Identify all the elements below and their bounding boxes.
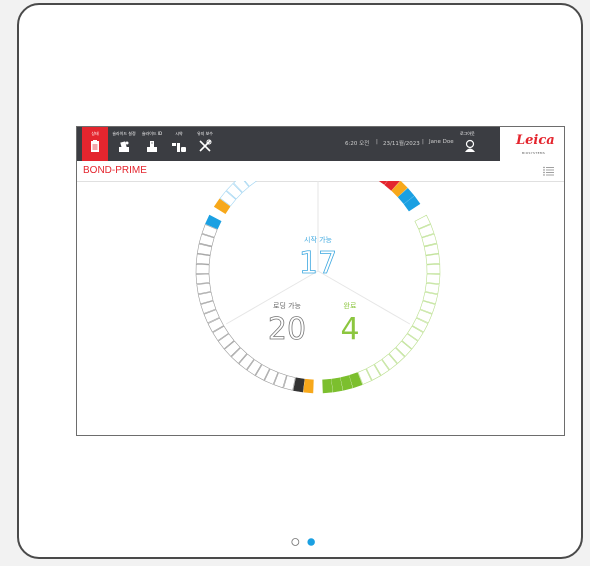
page-title: BOND-PRIME [83,165,147,176]
start-count[interactable]: 17 [299,246,338,282]
tab-reagents-label: 시약 [175,131,183,136]
loaded-slide-segment[interactable] [195,273,210,285]
ring-start-segments[interactable] [213,181,421,215]
loaded-slide-segment[interactable] [195,263,210,274]
top-navigation-bar: 상태 슬라이드 설정 슬라이드 ID 시약 유지 보수 6:20 오전 | 23… [77,127,564,161]
done-slide-segment[interactable] [425,253,441,265]
tab-slide-setup[interactable]: 슬라이드 설정 [111,127,137,161]
done-slide-segment[interactable] [322,378,333,394]
tab-reagents[interactable]: 시약 [166,127,192,161]
logo-subtext: BIOSYSTEMS [522,151,546,155]
tab-status[interactable]: 상태 [82,127,108,161]
done-slide-segment[interactable] [424,282,440,295]
status-time: 6:20 오전 [345,141,370,147]
tab-maintenance[interactable]: 유지 보수 [192,127,218,161]
logo-wordmark: Leica [516,133,555,148]
loaded-slide-segment[interactable] [196,282,212,295]
status-date: 23/11월/2023 [383,141,420,147]
status-icon [91,140,99,152]
maintenance-icon [199,139,212,152]
done-slide-segment[interactable] [426,273,441,285]
done-label: 완료 [344,302,357,310]
loaded-slide-segment[interactable] [195,253,211,265]
loaded-count[interactable]: 20 [268,312,307,348]
ring-done-segments[interactable] [322,214,441,394]
slide-id-icon [147,141,157,152]
status-divider: | [422,139,424,145]
reagents-icon [172,143,186,152]
loaded-slide-segment[interactable] [293,377,305,393]
done-count[interactable]: 4 [340,312,359,347]
status-divider: | [376,139,378,145]
tab-status-label: 상태 [91,131,99,136]
leica-logo: Leica BIOSYSTEMS [500,127,564,161]
list-menu-icon[interactable] [543,166,555,176]
title-bar: BOND-PRIME [77,161,564,182]
tab-slide-id[interactable]: 슬라이드 ID [139,127,165,161]
done-slide-segment[interactable] [331,377,343,393]
tab-slide-id-label: 슬라이드 ID [141,131,163,136]
logout-button[interactable] [464,139,476,153]
done-slide-segment[interactable] [426,263,441,274]
status-user: Jane Doe [429,139,454,145]
page-dot-2-active[interactable] [307,538,315,546]
page-indicator [291,538,315,546]
instrument-screen: 상태 슬라이드 설정 슬라이드 ID 시약 유지 보수 6:20 오전 | 23… [76,126,565,436]
slide-status-dial: 시작 가능 17 로딩 가능 20 완료 4 [195,181,441,394]
start-label: 시작 가능 [304,235,333,244]
tab-slide-setup-label: 슬라이드 설정 [112,131,136,136]
slide-setup-icon [119,141,129,152]
tab-maintenance-label: 유지 보수 [197,131,213,136]
loaded-slide-segment[interactable] [303,378,314,394]
logout-label: 로그아웃 [460,131,475,136]
loaded-label: 로딩 가능 [273,301,302,310]
page-dot-1[interactable] [291,538,300,546]
device-frame: 상태 슬라이드 설정 슬라이드 ID 시약 유지 보수 6:20 오전 | 23… [17,3,583,559]
